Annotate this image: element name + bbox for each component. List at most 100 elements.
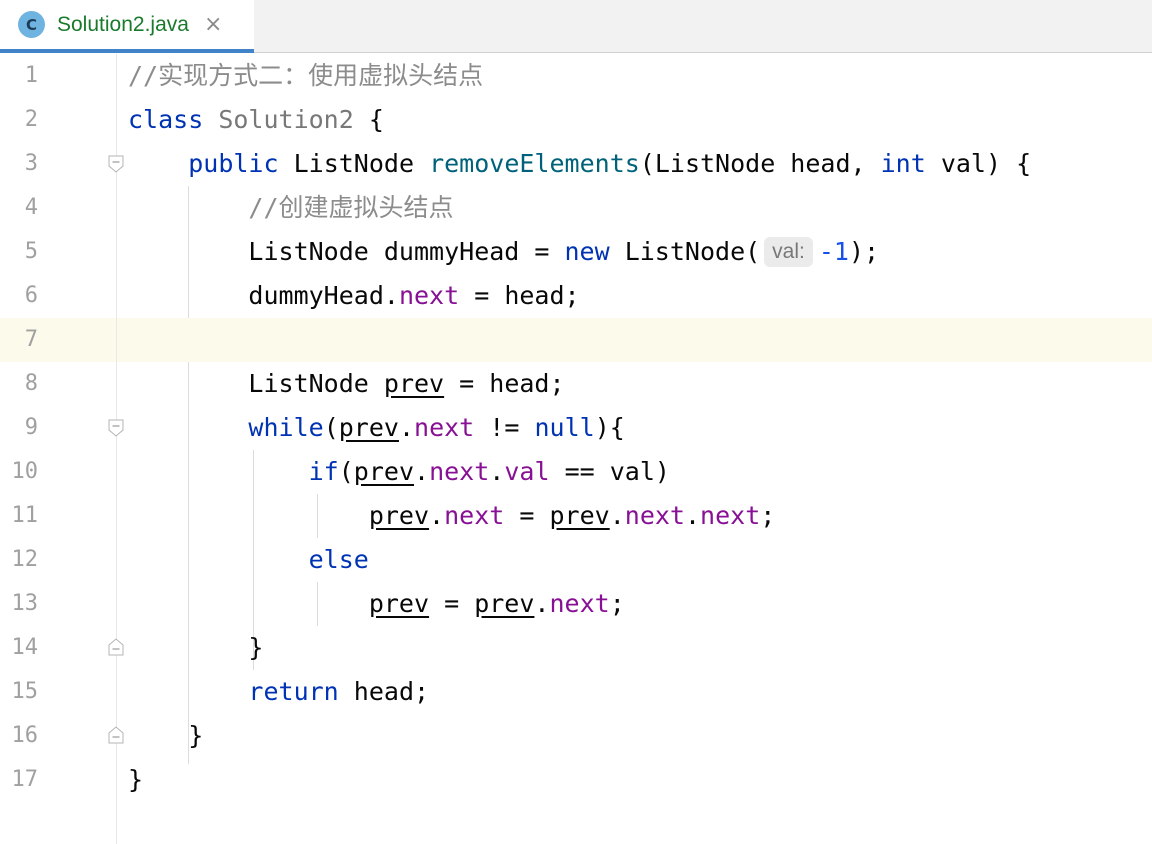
keyword: while <box>248 413 324 442</box>
code-text: ListNode( <box>609 237 761 266</box>
code-line[interactable]: 8 ListNode prev = head; <box>0 362 1152 406</box>
line-number: 17 <box>11 767 39 792</box>
field: next <box>549 589 610 618</box>
code-text: == val) <box>549 457 670 486</box>
code-text: ); <box>848 237 880 266</box>
variable: prev <box>549 501 610 530</box>
variable: prev <box>338 413 399 442</box>
code-text: ( <box>323 413 339 442</box>
code-editor[interactable]: 1 //实现方式二：使用虚拟头结点 2 class Solution2 { 3 … <box>0 54 1152 844</box>
code-text: . <box>414 457 430 486</box>
line-number: 12 <box>11 547 39 572</box>
keyword: new <box>564 237 610 266</box>
fold-collapse-icon[interactable] <box>108 155 124 173</box>
code-text: { <box>353 105 384 134</box>
code-text: ; <box>609 589 625 618</box>
tab-solution2-java[interactable]: C Solution2.java × <box>0 0 254 53</box>
code-line[interactable]: 9 while(prev.next != null){ <box>0 406 1152 450</box>
line-number: 15 <box>11 679 39 704</box>
code-text: . <box>609 501 625 530</box>
editor-tab-bar: C Solution2.java × <box>0 0 1152 53</box>
code-line[interactable]: 5 ListNode dummyHead = new ListNode(val:… <box>0 230 1152 274</box>
line-number: 8 <box>24 371 38 396</box>
code-text: } <box>128 765 144 794</box>
field: next <box>414 413 475 442</box>
fold-end-icon[interactable] <box>108 726 124 744</box>
keyword: return <box>248 677 339 706</box>
code-line[interactable]: 12 else <box>0 538 1152 582</box>
variable: prev <box>474 589 535 618</box>
line-number: 2 <box>24 107 38 132</box>
code-line[interactable]: 17 } <box>0 758 1152 802</box>
keyword: else <box>308 545 369 574</box>
code-text: head; <box>338 677 430 706</box>
code-line[interactable]: 10 if(prev.next.val == val) <box>0 450 1152 494</box>
code-line[interactable]: 16 } <box>0 714 1152 758</box>
field: next <box>429 457 490 486</box>
line-number: 3 <box>24 151 38 176</box>
line-number: 1 <box>24 63 38 88</box>
comment: //实现方式二：使用虚拟头结点 <box>128 61 484 90</box>
keyword: if <box>308 457 339 486</box>
field: next <box>700 501 761 530</box>
class-name: Solution2 <box>218 105 354 134</box>
line-number: 10 <box>11 459 39 484</box>
code-line[interactable]: 11 prev.next = prev.next.next; <box>0 494 1152 538</box>
parameter-hint: val: <box>764 237 813 267</box>
current-line[interactable]: 7 <box>0 318 1152 362</box>
field: next <box>444 501 505 530</box>
code-text: ( <box>338 457 354 486</box>
code-text: . <box>429 501 445 530</box>
code-text: = <box>504 501 550 530</box>
code-text: . <box>534 589 550 618</box>
field: val <box>504 457 550 486</box>
line-number: 7 <box>24 327 38 352</box>
close-icon[interactable]: × <box>204 12 222 37</box>
code-text: . <box>383 281 399 310</box>
line-number: 13 <box>11 591 39 616</box>
code-text: ListNode dummyHead = <box>248 237 565 266</box>
code-text: != <box>474 413 535 442</box>
field: next <box>398 281 460 310</box>
code-text: . <box>489 457 505 486</box>
line-number: 5 <box>24 239 38 264</box>
class-icon: C <box>18 11 45 38</box>
fold-collapse-icon[interactable] <box>108 419 124 437</box>
code-text: = head; <box>444 369 565 398</box>
keyword: class <box>128 105 204 134</box>
code-line[interactable]: 14 } <box>0 626 1152 670</box>
code-line[interactable]: 1 //实现方式二：使用虚拟头结点 <box>0 54 1152 98</box>
line-number: 14 <box>11 635 39 660</box>
code-text: } <box>188 721 204 750</box>
code-line[interactable]: 3 public ListNode removeElements(ListNod… <box>0 142 1152 186</box>
variable: prev <box>353 457 415 486</box>
code-text: = head; <box>459 281 580 310</box>
code-text: . <box>398 413 415 442</box>
code-text: } <box>248 633 264 662</box>
tab-title: Solution2.java <box>57 12 189 36</box>
method-name: removeElements <box>429 149 640 178</box>
keyword: null <box>534 413 595 442</box>
keyword: int <box>880 149 926 178</box>
line-number: 16 <box>11 723 39 748</box>
code-line[interactable]: 13 prev = prev.next; <box>0 582 1152 626</box>
number-literal: -1 <box>818 237 849 266</box>
variable: prev <box>383 369 445 398</box>
line-number: 4 <box>24 195 38 220</box>
code-line[interactable]: 6 dummyHead.next = head; <box>0 274 1152 318</box>
code-text: . <box>684 501 701 530</box>
code-line[interactable]: 2 class Solution2 { <box>0 98 1152 142</box>
fold-end-icon[interactable] <box>108 638 124 656</box>
code-text: ; <box>760 501 776 530</box>
keyword: public <box>188 149 279 178</box>
code-text: ){ <box>594 413 625 442</box>
type-name: ListNode <box>293 149 415 178</box>
code-text: val) { <box>925 149 1032 178</box>
code-line[interactable]: 15 return head; <box>0 670 1152 714</box>
variable: prev <box>368 501 430 530</box>
variable: prev <box>368 589 430 618</box>
code-text: = <box>429 589 475 618</box>
code-line[interactable]: 4 //创建虚拟头结点 <box>0 186 1152 230</box>
field: next <box>624 501 685 530</box>
line-number: 9 <box>24 415 38 440</box>
